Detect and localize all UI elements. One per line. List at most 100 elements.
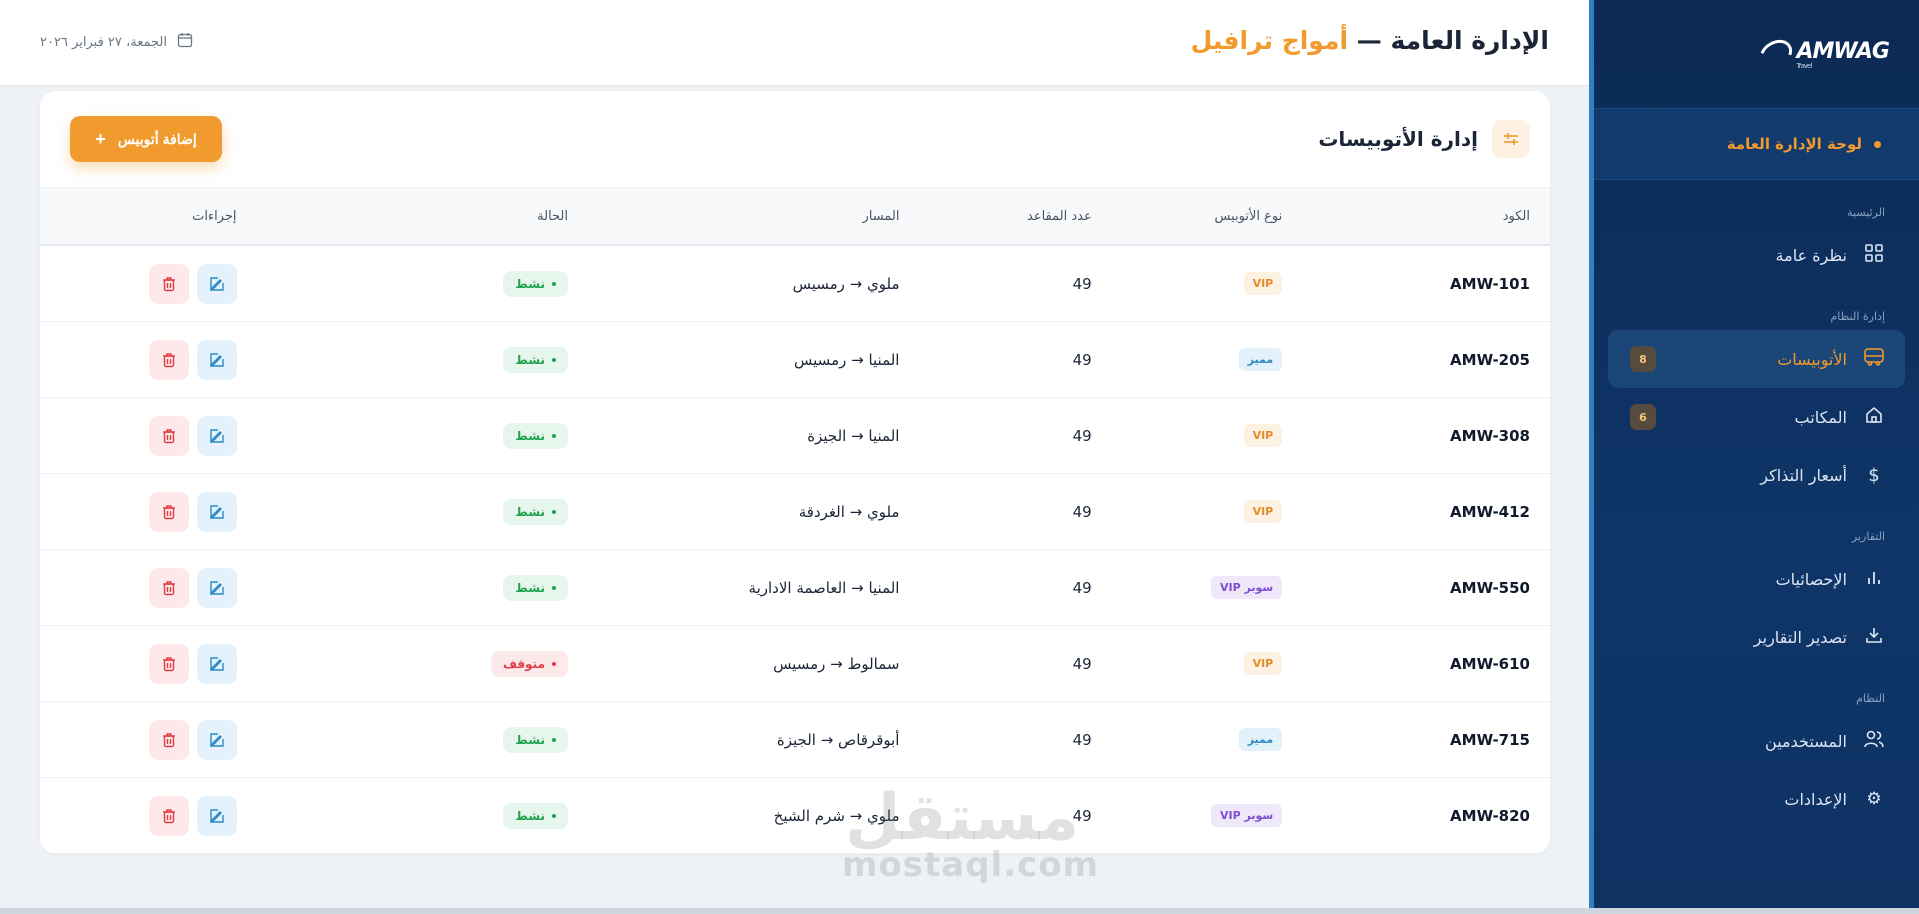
table-header: الكود نوع الأتوبيس عدد المقاعد المسار ال…: [40, 188, 1550, 246]
status-badge: نشط: [503, 270, 568, 297]
status-label: نشط: [515, 580, 545, 595]
grid-icon: [1863, 243, 1885, 268]
add-bus-button[interactable]: إضافة أتوبيس +: [70, 116, 222, 162]
delete-button[interactable]: [148, 567, 189, 608]
delete-button[interactable]: [148, 415, 189, 456]
seat-count: 49: [1072, 578, 1092, 597]
status-badge: نشط: [503, 726, 568, 753]
table-row: AMW-715 مميز 49 أبوقرقاص → الجيزة نشط: [40, 702, 1550, 778]
gear-icon: ⚙: [1866, 789, 1882, 809]
bus-code: AMW-715: [1450, 730, 1530, 749]
status-badge: نشط: [503, 574, 568, 601]
edit-icon: [209, 276, 224, 291]
edit-icon: [209, 580, 224, 595]
delete-button[interactable]: [148, 263, 189, 304]
status-dot-icon: [552, 585, 556, 590]
sidebar-item-label: الأتوبيسات: [1777, 349, 1847, 369]
trash-icon: [162, 732, 175, 747]
bus-code: AMW-412: [1450, 502, 1530, 521]
sidebar-item-statistics[interactable]: الإحصائيات: [1608, 550, 1905, 608]
trash-icon: [162, 352, 175, 367]
wave-logo-icon: [1754, 34, 1797, 74]
edit-icon: [209, 732, 224, 747]
date-text: الجمعة، ٢٧ فبراير ٢٠٢٦: [40, 34, 167, 50]
delete-button[interactable]: [148, 339, 189, 380]
status-badge: نشط: [503, 498, 568, 525]
sidebar-item-export-reports[interactable]: تصدير التقارير: [1608, 608, 1905, 666]
status-label: نشط: [515, 428, 545, 443]
sidebar-item-overview[interactable]: نظرة عامة: [1608, 226, 1905, 284]
delete-button[interactable]: [148, 491, 189, 532]
sidebar-item-label: الإحصائيات: [1775, 569, 1847, 589]
table-row: AMW-820 سوبر VIP 49 ملوي → شرم الشيخ نشط: [40, 778, 1550, 854]
seat-count: 49: [1072, 654, 1092, 673]
bus-code: AMW-308: [1450, 426, 1530, 445]
status-label: نشط: [515, 808, 545, 823]
bus-type-badge: سوبر VIP: [1211, 576, 1283, 599]
trash-icon: [162, 580, 175, 595]
bus-icon: [1863, 347, 1885, 372]
route-text: ملوي → رمسيس: [792, 274, 900, 293]
sidebar-item-label: تصدير التقارير: [1753, 627, 1847, 647]
sidebar-item-ticket-prices[interactable]: $ أسعار التذاكر: [1608, 446, 1905, 504]
trash-icon: [162, 656, 175, 671]
edit-button[interactable]: [196, 795, 237, 836]
edit-icon: [209, 808, 224, 823]
count-badge: 6: [1630, 404, 1656, 430]
edit-button[interactable]: [196, 719, 237, 760]
trash-icon: [162, 504, 175, 519]
status-badge: نشط: [503, 422, 568, 449]
route-text: سمالوط → رمسيس: [773, 654, 900, 673]
column-header-seats: عدد المقاعد: [1027, 208, 1092, 224]
table-row: AMW-205 مميز 49 المنيا → رمسيس نشط: [40, 322, 1550, 398]
dashboard-link[interactable]: لوحة الإدارة العامة: [1594, 108, 1919, 180]
watermark-arabic: مستقل: [844, 781, 1080, 855]
edit-button[interactable]: [196, 263, 237, 304]
trash-icon: [162, 808, 175, 823]
edit-button[interactable]: [196, 415, 237, 456]
page-title-company: أمواج ترافيل: [1190, 26, 1349, 55]
edit-button[interactable]: [196, 567, 237, 608]
sidebar-item-users[interactable]: المستخدمين: [1608, 712, 1905, 770]
dollar-icon: $: [1868, 464, 1880, 486]
bus-type-badge: VIP: [1243, 272, 1283, 295]
bus-type-badge: VIP: [1243, 652, 1283, 675]
route-text: أبوقرقاص → الجيزة: [776, 730, 900, 749]
edit-button[interactable]: [196, 643, 237, 684]
plus-icon: +: [95, 128, 106, 149]
delete-button[interactable]: [148, 643, 189, 684]
column-header-status: الحالة: [537, 208, 568, 224]
sidebar-item-settings[interactable]: ⚙ الإعدادات: [1608, 770, 1905, 828]
watermark: مستقل mostaql.com: [842, 781, 1098, 885]
delete-button[interactable]: [148, 795, 189, 836]
section-label-reports: التقارير: [1851, 530, 1885, 543]
sidebar-item-buses[interactable]: الأتوبيسات 8: [1608, 330, 1905, 388]
users-icon: [1863, 729, 1885, 754]
seat-count: 49: [1072, 426, 1092, 445]
section-label-system-management: إدارة النظام: [1830, 310, 1886, 323]
status-badge: نشط: [503, 346, 568, 373]
bar-chart-icon: [1863, 567, 1885, 592]
logo[interactable]: AMWAG Travel: [1754, 34, 1890, 74]
sidebar-item-label: نظرة عامة: [1775, 245, 1847, 265]
bus-type-badge: VIP: [1243, 424, 1283, 447]
trash-icon: [162, 428, 175, 443]
delete-button[interactable]: [148, 719, 189, 760]
home-icon: [1863, 405, 1885, 430]
seat-count: 49: [1072, 274, 1092, 293]
status-label: نشط: [515, 352, 545, 367]
sidebar-item-label: المكاتب: [1794, 407, 1847, 427]
sidebar-item-offices[interactable]: المكاتب 6: [1608, 388, 1905, 446]
route-text: ملوي → الغردقة: [798, 502, 900, 521]
status-dot-icon: [552, 433, 556, 438]
logo-text: AMWAG: [1796, 38, 1890, 64]
logo-area: AMWAG Travel: [1594, 0, 1919, 108]
section-label-main: الرئيسية: [1847, 206, 1885, 219]
bus-type-badge: VIP: [1243, 500, 1283, 523]
edit-button[interactable]: [196, 491, 237, 532]
table-row: AMW-412 VIP 49 ملوي → الغردقة نشط: [40, 474, 1550, 550]
active-dot-icon: [1874, 140, 1881, 148]
table-row: AMW-550 سوبر VIP 49 المنيا → العاصمة الا…: [40, 550, 1550, 626]
card-title: إدارة الأتوبيسات: [1318, 127, 1478, 151]
edit-button[interactable]: [196, 339, 237, 380]
